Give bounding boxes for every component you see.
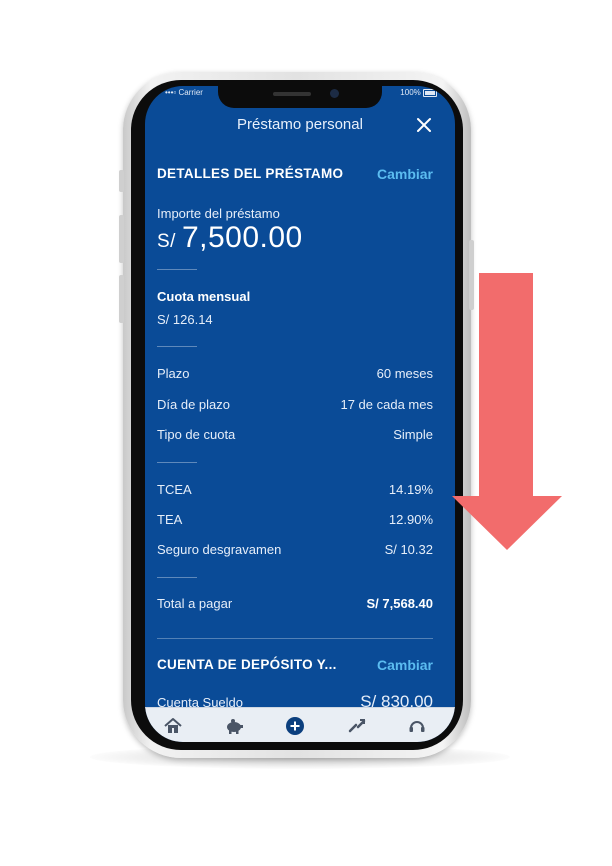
divider <box>157 346 197 347</box>
volume-up-button <box>119 215 124 263</box>
total-value: S/ 7,568.40 <box>366 596 434 611</box>
transfer-icon[interactable] <box>347 716 367 736</box>
signal-icon: •••▫ <box>165 88 177 97</box>
piggy-bank-icon[interactable] <box>224 716 244 736</box>
close-icon[interactable] <box>415 116 433 134</box>
speaker <box>273 92 311 96</box>
power-button <box>469 240 474 310</box>
carrier-label: Carrier <box>178 88 203 97</box>
page-title: Préstamo personal <box>237 116 363 133</box>
change-loan-link[interactable]: Cambiar <box>377 166 433 182</box>
installment-type-value: Simple <box>393 427 433 442</box>
loan-amount: S/7,500.00 <box>157 221 303 255</box>
status-battery: 100% <box>400 88 437 97</box>
volume-down-button <box>119 275 124 323</box>
down-arrow-shaft <box>479 273 533 498</box>
due-day-value: 17 de cada mes <box>340 397 433 412</box>
front-camera <box>330 89 339 98</box>
battery-icon <box>423 88 437 97</box>
app-screen: •••▫ Carrier 100% Préstamo personal DETA… <box>145 86 455 742</box>
loan-details-title: DETALLES DEL PRÉSTAMO <box>157 166 344 181</box>
status-carrier: •••▫ Carrier <box>165 88 203 97</box>
deposit-title: CUENTA DE DEPÓSITO Y... <box>157 657 337 672</box>
tea-value: 12.90% <box>388 512 433 527</box>
insurance-label: Seguro desgravamen <box>157 542 282 557</box>
insurance-value: S/ 10.32 <box>384 542 433 557</box>
term-value: 60 meses <box>376 366 433 381</box>
amount-currency: S/ <box>157 231 176 252</box>
change-deposit-link[interactable]: Cambiar <box>377 657 433 673</box>
add-icon[interactable] <box>285 716 305 736</box>
tcea-value: 14.19% <box>388 482 433 497</box>
section-divider <box>157 638 433 639</box>
down-arrow-icon <box>452 496 562 550</box>
mute-switch <box>119 170 124 192</box>
tea-label: TEA <box>157 512 183 527</box>
monthly-label: Cuota mensual <box>157 289 251 304</box>
total-label: Total a pagar <box>157 596 233 611</box>
home-icon[interactable] <box>163 716 183 736</box>
tab-bar <box>145 707 455 742</box>
tcea-label: TCEA <box>157 482 192 497</box>
installment-type-label: Tipo de cuota <box>157 427 236 442</box>
amount-label: Importe del préstamo <box>157 206 280 221</box>
battery-percent: 100% <box>400 88 421 97</box>
monthly-value: S/ 126.14 <box>157 312 213 327</box>
term-label: Plazo <box>157 366 190 381</box>
due-day-label: Día de plazo <box>157 397 230 412</box>
support-icon[interactable] <box>407 716 427 736</box>
divider <box>157 577 197 578</box>
notch <box>218 86 382 108</box>
divider <box>157 269 197 270</box>
amount-value: 7,500.00 <box>181 221 303 254</box>
divider <box>157 462 197 463</box>
